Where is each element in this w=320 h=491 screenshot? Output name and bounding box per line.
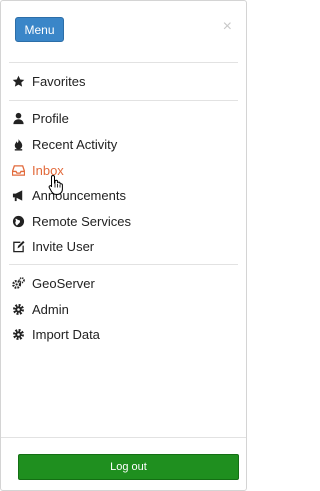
cog-icon [11,302,25,316]
menu-item-invite-user[interactable]: Invite User [11,236,94,256]
footer-divider [1,437,246,438]
menu-item-label: GeoServer [32,275,95,291]
cogs-icon [11,276,25,290]
menu-item-label: Invite User [32,238,95,254]
menu-item-label: Profile [32,110,69,126]
hand-pointer-cursor-icon [48,174,63,195]
menu-item-announcements[interactable]: Announcements [11,185,126,205]
menu-item-label: Favorites [32,73,86,89]
menu-button-label: Menu [24,22,55,37]
divider [9,62,238,63]
close-icon[interactable]: × [223,19,232,35]
star-icon [11,74,25,88]
cog-icon [11,327,25,341]
menu-item-label: Recent Activity [32,136,118,152]
menu-item-import-data[interactable]: Import Data [11,324,100,344]
menu-item-remote-services[interactable]: Remote Services [11,211,131,231]
menu-item-label: Remote Services [32,213,131,229]
menu-item-profile[interactable]: Profile [11,108,69,128]
menu-item-label: Admin [32,301,69,317]
globe-icon [11,214,25,228]
menu-item-favorites[interactable]: Favorites [11,71,85,91]
menu-item-admin[interactable]: Admin [11,299,69,319]
menu-item-geoserver[interactable]: GeoServer [11,273,95,293]
edit-icon [11,239,25,253]
logout-button-label: Log out [110,461,147,473]
bullhorn-icon [11,188,25,202]
menu-button[interactable]: Menu [15,17,64,42]
inbox-icon [11,163,25,177]
user-icon [11,111,25,125]
menu-item-recent-activity[interactable]: Recent Activity [11,134,117,154]
logout-button[interactable]: Log out [18,454,239,480]
menu-item-label: Announcements [32,187,126,203]
menu-item-label: Import Data [32,326,100,342]
divider [9,100,238,101]
flame-icon [11,137,25,151]
side-menu-panel: Menu × Favorites Profile Recent Activity… [0,0,247,491]
divider [9,264,238,265]
